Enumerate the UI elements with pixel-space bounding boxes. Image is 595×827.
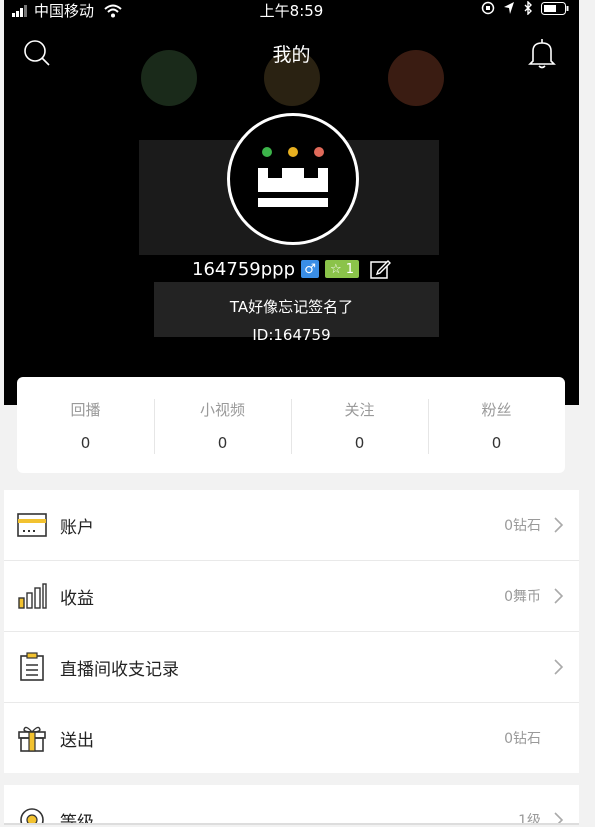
- notification-button[interactable]: [525, 36, 559, 70]
- user-name-row: 164759ppp ♂ ☆ 1: [4, 258, 579, 280]
- gender-badge: ♂: [301, 260, 320, 278]
- username: 164759ppp: [192, 258, 296, 280]
- location-icon: [504, 2, 514, 14]
- card-icon: [16, 509, 48, 541]
- orientation-lock-icon: [481, 1, 495, 15]
- bottom-divider: [4, 823, 579, 825]
- clipboard-icon: [16, 651, 48, 683]
- stat-label: 小视频: [199, 401, 245, 419]
- battery-icon: [541, 1, 569, 15]
- stat-value: 0: [491, 434, 502, 452]
- stat-fans[interactable]: 粉丝 0: [428, 377, 565, 473]
- stat-following[interactable]: 关注 0: [291, 377, 428, 473]
- gift-icon: [16, 722, 48, 754]
- stats-card: 回播 0 小视频 0 关注 0 粉丝 0: [17, 377, 565, 473]
- level-icon: [16, 804, 48, 825]
- avatar-logo-icon: [258, 147, 328, 207]
- menu-item-live-records[interactable]: 直播间收支记录: [4, 631, 579, 702]
- page-title: 我的: [272, 44, 311, 66]
- bell-icon: [528, 39, 556, 69]
- stat-value: 0: [217, 434, 228, 452]
- menu-item-level[interactable]: 等级 1级: [4, 785, 579, 825]
- stat-label: 回播: [70, 401, 101, 419]
- stat-label: 粉丝: [481, 401, 512, 419]
- status-bar: 中国移动 上午8:59: [4, 0, 579, 22]
- menu-value: 0钻石: [504, 518, 541, 534]
- menu-label: 送出: [60, 730, 94, 751]
- profile-header: 中国移动 上午8:59 我的 164759ppp ♂ ☆ 1 TA好像忘记签名了…: [4, 0, 579, 405]
- menu-item-earnings[interactable]: 收益 0舞币: [4, 560, 579, 631]
- avatar[interactable]: [227, 113, 359, 245]
- level-badge: ☆ 1: [325, 260, 359, 278]
- chevron-right-icon: [554, 659, 564, 675]
- level-number: 1: [345, 261, 354, 277]
- menu-value: 0舞币: [504, 589, 541, 605]
- stat-replay[interactable]: 回播 0: [17, 377, 154, 473]
- menu-item-account[interactable]: 账户 0钻石: [4, 490, 579, 560]
- stat-value: 0: [354, 434, 365, 452]
- menu-label: 直播间收支记录: [60, 659, 179, 680]
- edit-icon[interactable]: [369, 258, 391, 280]
- menu-list-secondary: 等级 1级: [4, 785, 579, 825]
- stat-short-video[interactable]: 小视频 0: [154, 377, 291, 473]
- star-icon: ☆: [330, 261, 342, 277]
- status-icons: [481, 1, 569, 15]
- menu-label: 账户: [60, 517, 94, 538]
- menu-item-sent[interactable]: 送出 0钻石: [4, 702, 579, 773]
- user-id: ID:164759: [252, 326, 331, 344]
- menu-label: 收益: [60, 588, 94, 609]
- menu-list: 账户 0钻石 收益 0舞币 直播间收支记录 送出 0钻石: [4, 490, 579, 773]
- menu-value: 0钻石: [504, 731, 541, 747]
- bluetooth-icon: [524, 1, 532, 15]
- chevron-right-icon: [554, 588, 564, 604]
- stat-value: 0: [80, 434, 91, 452]
- chevron-right-icon: [554, 517, 564, 533]
- signature: TA好像忘记签名了: [229, 298, 354, 316]
- stat-label: 关注: [344, 401, 375, 419]
- bar-chart-icon: [16, 580, 48, 612]
